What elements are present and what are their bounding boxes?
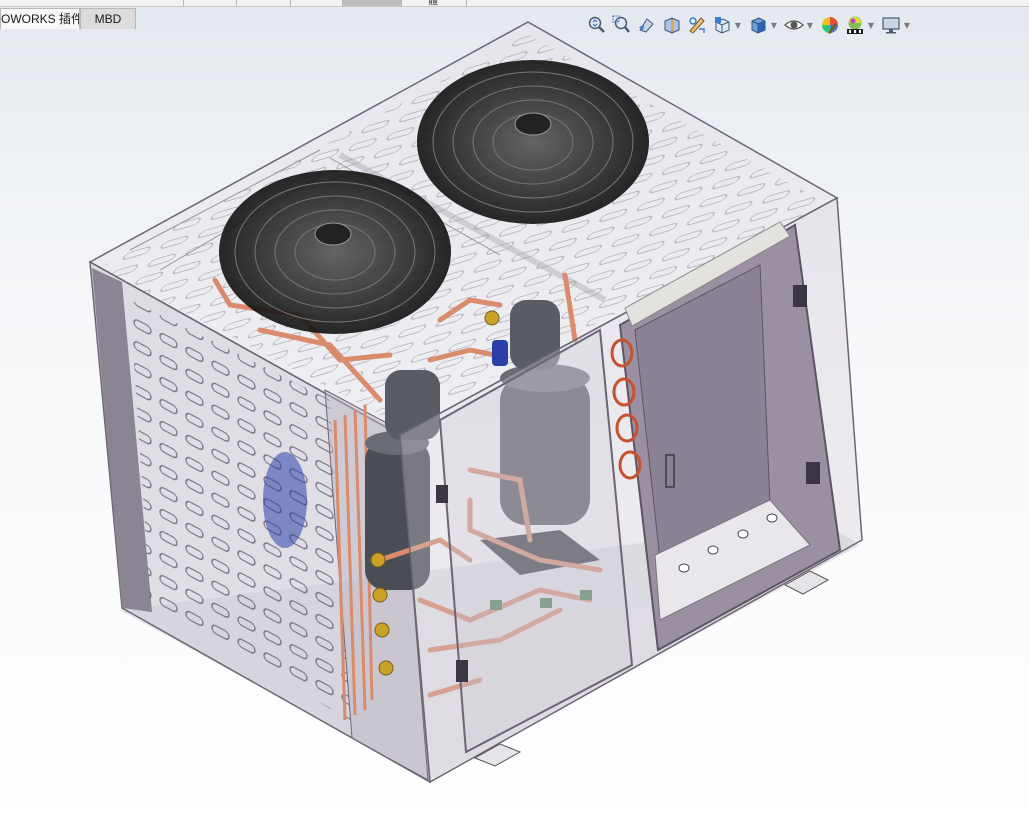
drier-filter [492, 340, 508, 366]
model-viewport[interactable] [0, 0, 1029, 834]
fan-right [417, 60, 649, 224]
fan-left [219, 170, 451, 334]
